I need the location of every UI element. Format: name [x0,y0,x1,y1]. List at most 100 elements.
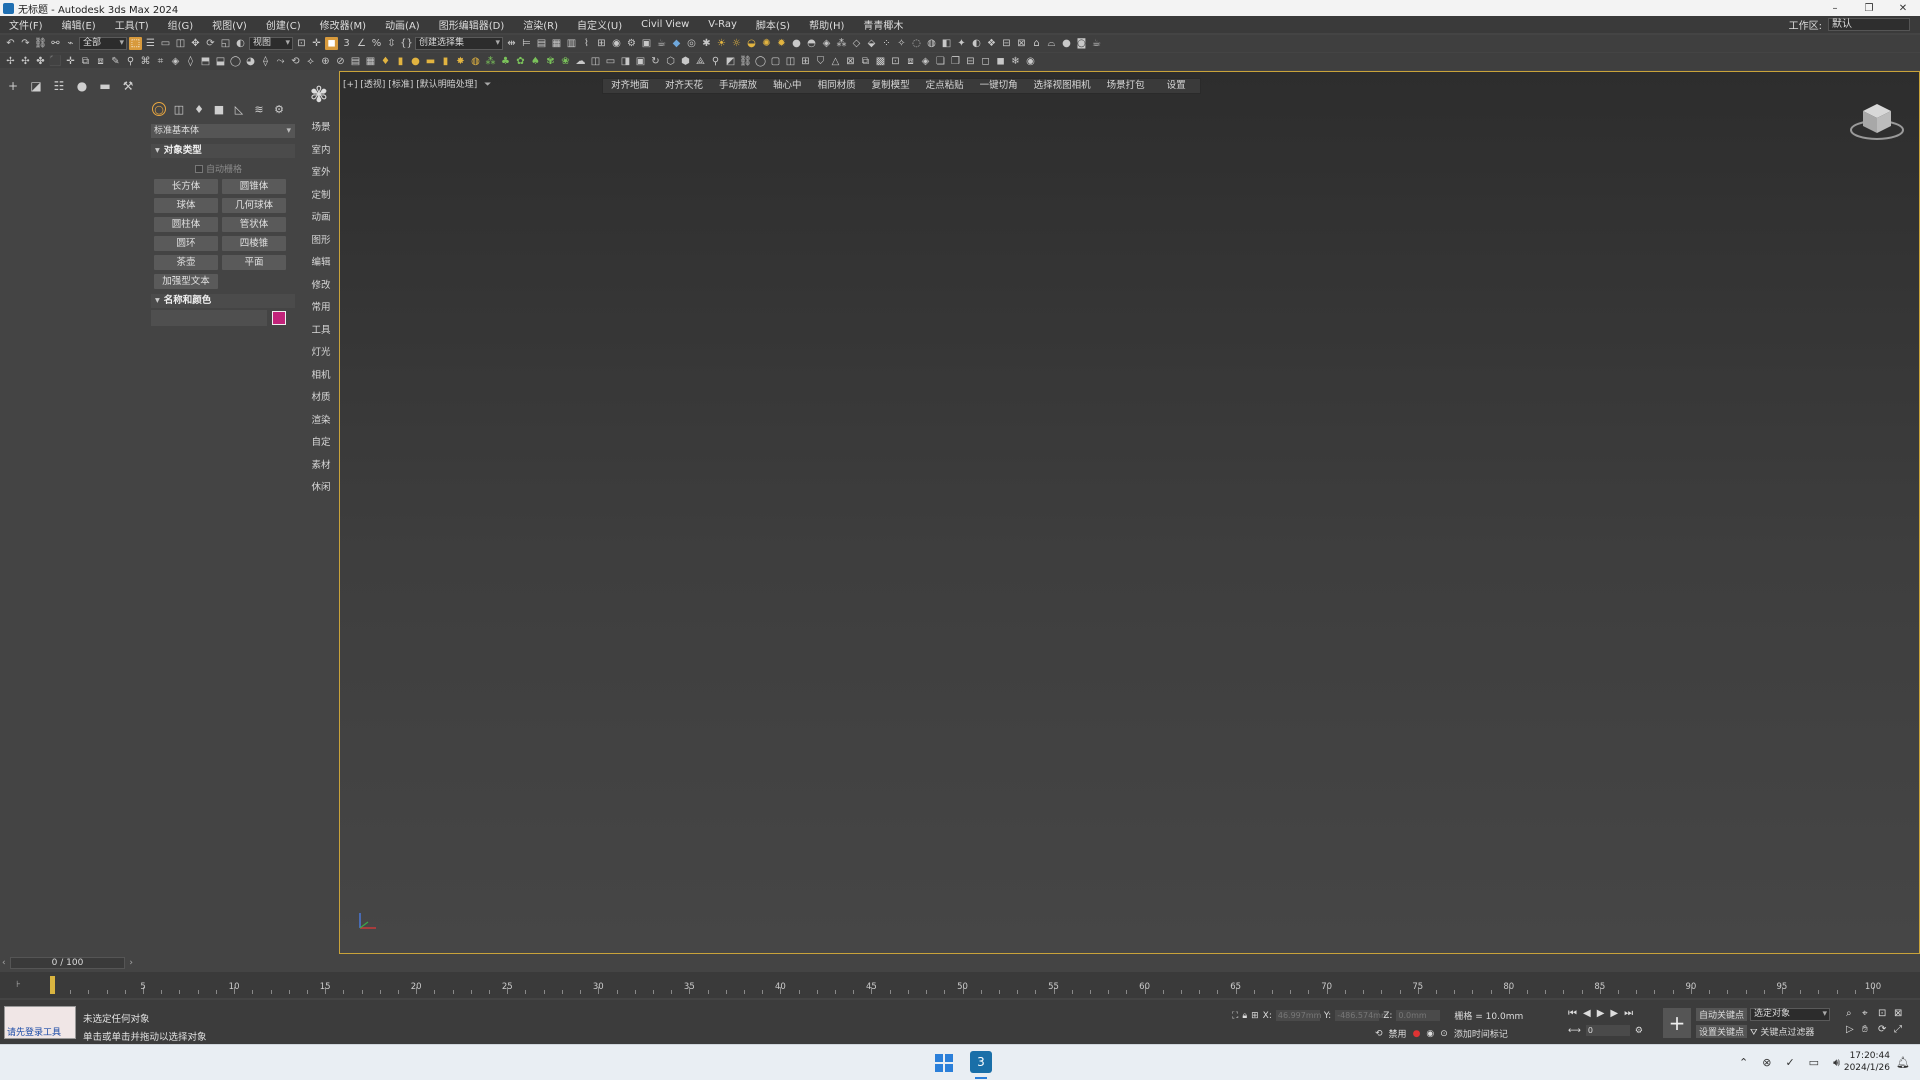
transform-axis-icon[interactable]: ✛ [64,55,77,68]
key-mode-icon[interactable]: ⟷ [1568,1026,1581,1036]
previous-frame-icon[interactable]: ◀ [1583,1008,1591,1019]
scale-icon[interactable]: ◱ [219,37,232,50]
move-icon[interactable]: ✥ [189,37,202,50]
place-icon[interactable]: ◐ [234,37,247,50]
sidebar-item-modify[interactable]: 修改 [310,277,332,291]
schematic-view-icon[interactable]: ⊞ [595,37,608,50]
unwrap-icon[interactable]: ▦ [364,55,377,68]
circle-tool-icon[interactable]: ◯ [754,55,767,68]
unhide-tool-icon[interactable]: ◼ [994,55,1007,68]
object-color-swatch[interactable] [272,311,286,325]
rotate-icon[interactable]: ⟳ [204,37,217,50]
same-material-button[interactable]: 相同材质 [810,79,864,93]
object-name-input[interactable] [151,310,267,326]
vray-mesh-clipper-icon[interactable]: ◇ [850,37,863,50]
add-time-tag-label[interactable]: 添加时间标记 [1454,1027,1508,1040]
paint-icon[interactable]: ✎ [109,55,122,68]
notification-icon[interactable]: 🔔︎ [1896,1056,1910,1069]
maximize-viewport-icon[interactable]: ⤢ [1894,1024,1910,1035]
attach-icon[interactable]: ⌘ [139,55,152,68]
vray-chaos-icon[interactable]: ❖ [985,37,998,50]
plugin-tool-6-icon[interactable]: ◙ [1075,37,1088,50]
zoom-all-icon[interactable]: ⌖ [1862,1008,1878,1019]
menu-group[interactable]: 组(G) [159,17,204,32]
time-tag-icon[interactable]: ⊙ [1440,1029,1448,1039]
set-key-button[interactable]: 设置关键点 [1696,1025,1748,1038]
shape-tool-icon[interactable]: ⟁ [694,55,707,68]
pan-icon[interactable]: ✋︎ [1862,1024,1878,1035]
sidebar-item-scene[interactable]: 场景 [310,119,332,133]
selected-object-dropdown[interactable]: 选定对象 [1750,1008,1830,1021]
absolute-mode-icon[interactable]: ⊞ [1251,1011,1259,1021]
sidebar-item-customize[interactable]: 自定 [310,434,332,448]
vray-scatter-icon[interactable]: ⁘ [880,37,893,50]
detach-icon[interactable]: ⌗ [154,55,167,68]
window-crossing-icon[interactable]: ◫ [174,37,187,50]
sky-tool-icon[interactable]: ▬ [424,55,437,68]
vray-ambient-icon[interactable]: ✹ [775,37,788,50]
split-tool-icon[interactable]: ◫ [784,55,797,68]
cube-tool-icon[interactable]: ⬢ [679,55,692,68]
sidebar-item-shapes[interactable]: 图形 [310,232,332,246]
plugin-tool-4-icon[interactable]: ⌓ [1045,37,1058,50]
pivot-center-icon[interactable]: ⊡ [295,37,308,50]
align-icon[interactable]: ⊨ [520,37,533,50]
workspace-selector[interactable]: 工作区: 默认 [1789,16,1910,33]
sweep-icon[interactable]: ⤳ [274,55,287,68]
geosphere-button[interactable]: 几何球体 [222,198,286,213]
vray-plane-icon[interactable]: ◓ [805,37,818,50]
chamfer-icon[interactable]: ◊ [184,55,197,68]
sidebar-item-common[interactable]: 常用 [310,299,332,313]
sidebar-item-tools[interactable]: 工具 [310,322,332,336]
sidebar-item-exterior[interactable]: 室外 [310,164,332,178]
mirror-icon[interactable]: ⇹ [505,37,518,50]
vray-toon-icon[interactable]: ✧ [895,37,908,50]
forest-icon[interactable]: ♠ [529,55,542,68]
spark-tool-icon[interactable]: ✸ [454,55,467,68]
layers-tool-icon[interactable]: ⧈ [904,55,917,68]
sidebar-item-assets[interactable]: 素材 [310,457,332,471]
triangle-tool-icon[interactable]: △ [829,55,842,68]
shrub-icon[interactable]: ✾ [544,55,557,68]
leaf-icon[interactable]: ❀ [559,55,572,68]
snap-move-icon[interactable]: ✢ [4,55,17,68]
vray-bake-icon[interactable]: ◧ [940,37,953,50]
percent-snap-icon[interactable]: % [370,37,383,50]
camera-target-icon[interactable]: ◩ [724,55,737,68]
menu-tools[interactable]: 工具(T) [106,17,159,32]
object-type-rollout[interactable]: ▾ 对象类型 [151,144,295,158]
eye-tool-icon[interactable]: ◉ [1024,55,1037,68]
tube-button[interactable]: 管状体 [222,217,286,232]
set-key-big-icon[interactable]: + [1663,1008,1691,1038]
name-and-color-rollout[interactable]: ▾ 名称和颜色 [151,294,295,308]
pin-icon[interactable]: ⚲ [124,55,137,68]
material-editor-icon[interactable]: ◉ [610,37,623,50]
uvw-icon[interactable]: ▤ [349,55,362,68]
marker-icon[interactable]: ⚲ [709,55,722,68]
select-object-icon[interactable]: ⬚ [129,37,142,50]
menu-create[interactable]: 创建(C) [257,17,311,32]
viewport-label-text[interactable]: [+] [透视] [标准] [默认明暗处理] [343,80,477,90]
sidebar-item-leisure[interactable]: 休闲 [310,479,332,493]
slice-icon[interactable]: ⊘ [334,55,347,68]
tray-overflow-icon[interactable]: ⌃ [1739,1056,1748,1070]
sun-tool-icon[interactable]: ● [409,55,422,68]
autogrid-checkbox[interactable]: 自动栅格 [195,162,242,175]
grid-tool-icon[interactable]: ⊞ [799,55,812,68]
freeze-tool-icon[interactable]: ❄ [1009,55,1022,68]
unlink-icon[interactable]: ⚯ [49,37,62,50]
redo-icon[interactable]: ↷ [19,37,32,50]
refresh-tool-icon[interactable]: ↻ [649,55,662,68]
reference-coord-dropdown[interactable]: 视图 [249,37,293,50]
helpers-icon[interactable]: ◺ [232,102,246,116]
undo-icon[interactable]: ↶ [4,37,17,50]
extrude-icon[interactable]: ⬒ [199,55,212,68]
zoom-icon[interactable]: ⌕ [1846,1008,1862,1019]
systems-icon[interactable]: ⚙ [272,102,286,116]
tray-app-icon[interactable]: ⊗ [1762,1056,1771,1070]
vray-lens-icon[interactable]: ◌ [910,37,923,50]
menu-civil-view[interactable]: Civil View [632,19,699,30]
viewcube-icon[interactable] [1849,97,1905,143]
array-icon[interactable]: ⧈ [94,55,107,68]
menu-modifiers[interactable]: 修改器(M) [311,17,376,32]
